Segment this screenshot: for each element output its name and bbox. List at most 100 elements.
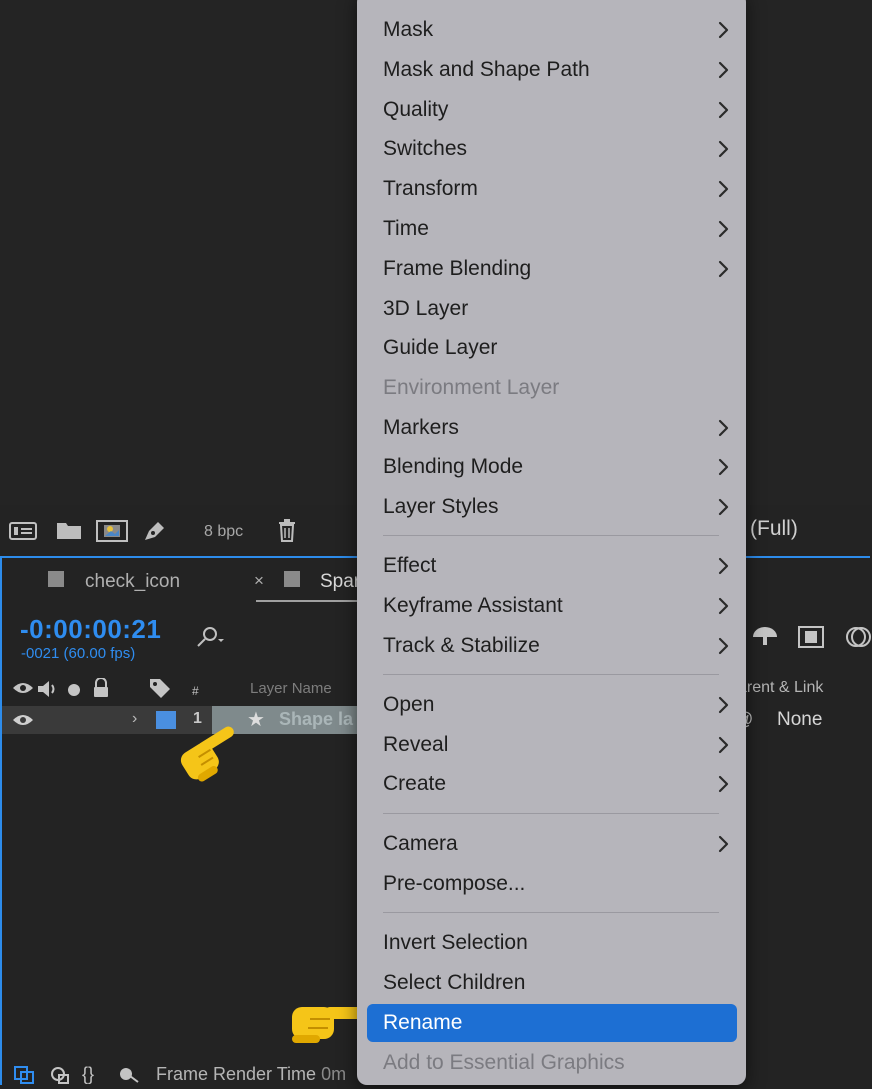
- menu-item-frame-blending[interactable]: Frame Blending: [383, 250, 731, 288]
- parent-dropdown[interactable]: None: [777, 709, 822, 731]
- menu-item-label: Select Children: [383, 971, 526, 994]
- parent-link-header: arent & Link: [738, 679, 824, 696]
- chevron-right-icon: [717, 686, 731, 724]
- menu-item-label: Layer Styles: [383, 495, 499, 518]
- chevron-right-icon: [717, 547, 731, 585]
- chevron-right-icon: [717, 587, 731, 625]
- menu-item-label: Transform: [383, 177, 478, 200]
- menu-item-blending-mode[interactable]: Blending Mode: [383, 448, 731, 486]
- menu-item-mask[interactable]: Mask: [383, 11, 731, 49]
- menu-item-label: Guide Layer: [383, 336, 498, 359]
- current-time-display[interactable]: -0:00:00:21: [20, 614, 161, 645]
- menu-item-layer-styles[interactable]: Layer Styles: [383, 488, 731, 526]
- bit-depth-label[interactable]: 8 bpc: [204, 523, 243, 541]
- menu-item-markers[interactable]: Markers: [383, 409, 731, 447]
- layer-name[interactable]: Shape la: [279, 709, 359, 730]
- chevron-right-icon: [717, 627, 731, 665]
- menu-item-reveal[interactable]: Reveal: [383, 726, 731, 764]
- tab-active-comp[interactable]: Spar: [320, 571, 360, 593]
- menu-item-create[interactable]: Create: [383, 765, 731, 803]
- menu-item-label: Pre-compose...: [383, 872, 526, 895]
- trash-icon[interactable]: [276, 519, 298, 548]
- chevron-right-icon: [717, 250, 731, 288]
- menu-item-environment-layer: Environment Layer: [383, 369, 731, 407]
- chevron-right-icon: [717, 130, 731, 168]
- render-queue-icon[interactable]: [8, 519, 38, 548]
- chevron-right-icon: [717, 488, 731, 526]
- tab-swatch-icon: [48, 571, 64, 587]
- menu-item-time[interactable]: Time: [383, 210, 731, 248]
- chevron-right-icon[interactable]: ›: [132, 710, 137, 728]
- tab-swatch-icon: [284, 571, 300, 587]
- menu-item-label: Open: [383, 693, 435, 716]
- menu-item-add-to-essential-graphics: Add to Essential Graphics: [383, 1044, 731, 1082]
- close-icon[interactable]: ×: [254, 571, 264, 591]
- menu-item-label: Keyframe Assistant: [383, 594, 563, 617]
- menu-separator: [383, 912, 719, 913]
- menu-item-label: Mask and Shape Path: [383, 58, 590, 81]
- chevron-right-icon: [717, 51, 731, 89]
- frame-rate-label: -0021 (60.00 fps): [21, 645, 136, 662]
- menu-item-select-children[interactable]: Select Children: [383, 964, 731, 1002]
- menu-item-switches[interactable]: Switches: [383, 130, 731, 168]
- menu-item-label: Switches: [383, 137, 468, 160]
- chevron-right-icon: [717, 210, 731, 248]
- brackets-icon[interactable]: {}: [82, 1064, 94, 1085]
- frame-blending-icon[interactable]: [797, 625, 825, 654]
- eye-icon[interactable]: [12, 680, 34, 701]
- menu-separator: [383, 813, 719, 814]
- eye-icon[interactable]: [12, 712, 34, 733]
- menu-item-rename[interactable]: Rename: [367, 1004, 737, 1042]
- search-icon[interactable]: [195, 626, 227, 653]
- composition-icon[interactable]: [96, 519, 128, 548]
- chevron-right-icon: [717, 91, 731, 129]
- menu-item-label: Time: [383, 217, 429, 240]
- chevron-right-icon: [717, 448, 731, 486]
- resolution-label[interactable]: (Full): [750, 517, 798, 541]
- menu-item-track-stabilize[interactable]: Track & Stabilize: [383, 627, 731, 665]
- solo-icon[interactable]: [67, 683, 81, 702]
- folder-icon[interactable]: [56, 519, 82, 546]
- lock-icon[interactable]: [92, 677, 110, 703]
- menu-item-quality[interactable]: Quality: [383, 91, 731, 129]
- graph-editor-icon[interactable]: [116, 1066, 140, 1089]
- menu-item-mask-and-shape-path[interactable]: Mask and Shape Path: [383, 51, 731, 89]
- motion-blur-icon[interactable]: [843, 624, 872, 655]
- menu-item-open[interactable]: Open: [383, 686, 731, 724]
- menu-item-invert-selection[interactable]: Invert Selection: [383, 924, 731, 962]
- menu-item-label: Reveal: [383, 733, 449, 756]
- pen-icon[interactable]: [142, 519, 168, 548]
- menu-item-3d-layer[interactable]: 3D Layer: [383, 290, 731, 328]
- chevron-right-icon: [717, 825, 731, 863]
- layer-context-menu: Mask Mask and Shape Path Quality Switches Tr…: [357, 0, 746, 1085]
- menu-item-transform[interactable]: Transform: [383, 170, 731, 208]
- menu-item-label: Rename: [383, 1011, 463, 1034]
- shy-layers-icon[interactable]: [50, 1066, 70, 1089]
- layer-name-header[interactable]: Layer Name: [250, 680, 332, 697]
- tab-check-icon[interactable]: check_icon: [85, 571, 180, 593]
- menu-item-guide-layer[interactable]: Guide Layer: [383, 329, 731, 367]
- menu-item-label: Frame Blending: [383, 257, 532, 280]
- menu-item-label: Quality: [383, 98, 449, 121]
- menu-item-label: Markers: [383, 416, 459, 439]
- menu-item-label: Effect: [383, 554, 437, 577]
- menu-item-label: Add to Essential Graphics: [383, 1051, 625, 1074]
- chevron-right-icon: [717, 11, 731, 49]
- menu-item-label: 3D Layer: [383, 297, 469, 320]
- audio-icon[interactable]: [37, 680, 59, 703]
- menu-separator: [383, 674, 719, 675]
- menu-item-label: Camera: [383, 832, 458, 855]
- menu-item-label: Create: [383, 772, 447, 795]
- menu-separator: [383, 535, 719, 536]
- chevron-right-icon: [717, 765, 731, 803]
- layer-number-header: #: [192, 684, 199, 698]
- draft-3d-icon[interactable]: [750, 625, 780, 652]
- menu-item-effect[interactable]: Effect: [383, 547, 731, 585]
- menu-item-pre-compose[interactable]: Pre-compose...: [383, 865, 731, 903]
- menu-item-camera[interactable]: Camera: [383, 825, 731, 863]
- menu-item-keyframe-assistant[interactable]: Keyframe Assistant: [383, 587, 731, 625]
- star-icon: ★: [247, 709, 265, 731]
- label-icon[interactable]: [148, 677, 172, 704]
- composition-flowchart-icon[interactable]: [14, 1066, 36, 1089]
- pointing-hand-icon: [172, 718, 246, 793]
